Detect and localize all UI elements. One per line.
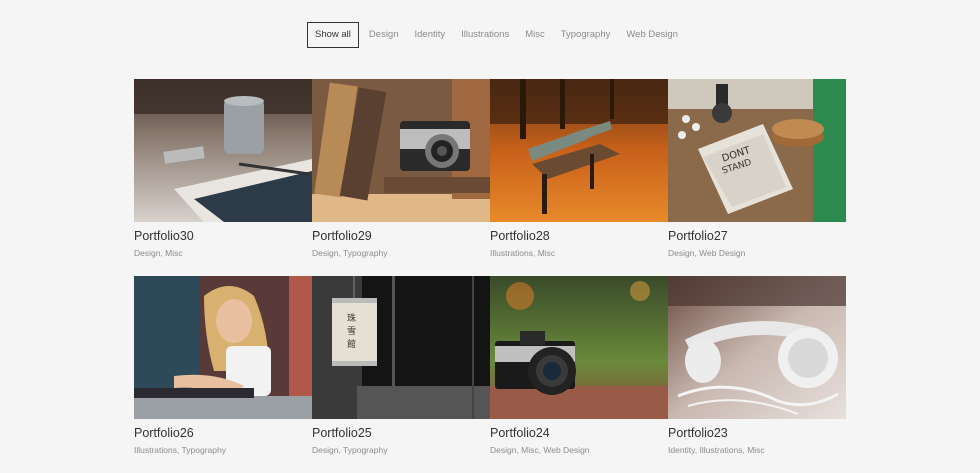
portfolio-title[interactable]: Portfolio26: [134, 425, 312, 441]
svg-text:館: 館: [347, 338, 356, 350]
portfolio-categories: Design, Typography: [312, 445, 388, 455]
portfolio-item-23[interactable]: Portfolio23 Identity, Illustrations, Mis…: [668, 276, 846, 473]
dont-just-stand-there-book-photo[interactable]: DONT STAND: [668, 79, 846, 222]
portfolio-title[interactable]: Portfolio25: [312, 425, 490, 441]
woman-reading-phone-photo[interactable]: [134, 276, 312, 419]
portfolio-categories: Illustrations, Misc: [490, 248, 556, 258]
paper-lantern-photo[interactable]: 珠 雪 館: [312, 276, 490, 419]
filter-show-all[interactable]: Show all: [307, 22, 359, 48]
portfolio-title[interactable]: Portfolio23: [668, 425, 846, 441]
autumn-park-bench-photo[interactable]: [490, 79, 668, 222]
portfolio-title[interactable]: Portfolio24: [490, 425, 668, 441]
filter-typography[interactable]: Typography: [553, 23, 619, 47]
filter-identity[interactable]: Identity: [407, 23, 454, 47]
portfolio-grid: Portfolio30 Design, Misc Portfolio29 Des…: [134, 79, 848, 473]
svg-text:珠: 珠: [347, 312, 356, 324]
portfolio-categories: Design, Misc: [134, 248, 183, 258]
portfolio-categories: Design, Misc, Web Design: [490, 445, 590, 455]
filter-web-design[interactable]: Web Design: [618, 23, 686, 47]
portfolio-categories: Identity, Illustrations, Misc: [668, 445, 765, 455]
vintage-camera-books-photo[interactable]: [312, 79, 490, 222]
filter-design[interactable]: Design: [361, 23, 407, 47]
portfolio-categories: Design, Web Design: [668, 248, 746, 258]
portfolio-title[interactable]: Portfolio30: [134, 228, 312, 244]
portfolio-item-24[interactable]: Portfolio24 Design, Misc, Web Design: [490, 276, 668, 473]
portfolio-categories: Design, Typography: [312, 248, 388, 258]
white-headphones-photo[interactable]: [668, 276, 846, 419]
portfolio-item-30[interactable]: Portfolio30 Design, Misc: [134, 79, 312, 276]
portfolio-title[interactable]: Portfolio27: [668, 228, 846, 244]
portfolio-title[interactable]: Portfolio29: [312, 228, 490, 244]
portfolio-filter-bar: Show all Design Identity Illustrations M…: [307, 22, 686, 48]
svg-text:雪: 雪: [347, 326, 356, 337]
filter-illustrations[interactable]: Illustrations: [453, 23, 517, 47]
desk-notebook-mug-photo[interactable]: [134, 79, 312, 222]
portfolio-item-29[interactable]: Portfolio29 Design, Typography: [312, 79, 490, 276]
portfolio-title[interactable]: Portfolio28: [490, 228, 668, 244]
portfolio-categories: Illustrations, Typography: [134, 445, 226, 455]
portfolio-item-26[interactable]: Portfolio26 Illustrations, Typography: [134, 276, 312, 473]
filter-misc[interactable]: Misc: [517, 23, 553, 47]
slr-camera-photo[interactable]: [490, 276, 668, 419]
portfolio-item-27[interactable]: DONT STAND Portfolio27 Design, Web Desig…: [668, 79, 846, 276]
portfolio-item-25[interactable]: 珠 雪 館 Portfolio25 Design, Typography: [312, 276, 490, 473]
portfolio-item-28[interactable]: Portfolio28 Illustrations, Misc: [490, 79, 668, 276]
